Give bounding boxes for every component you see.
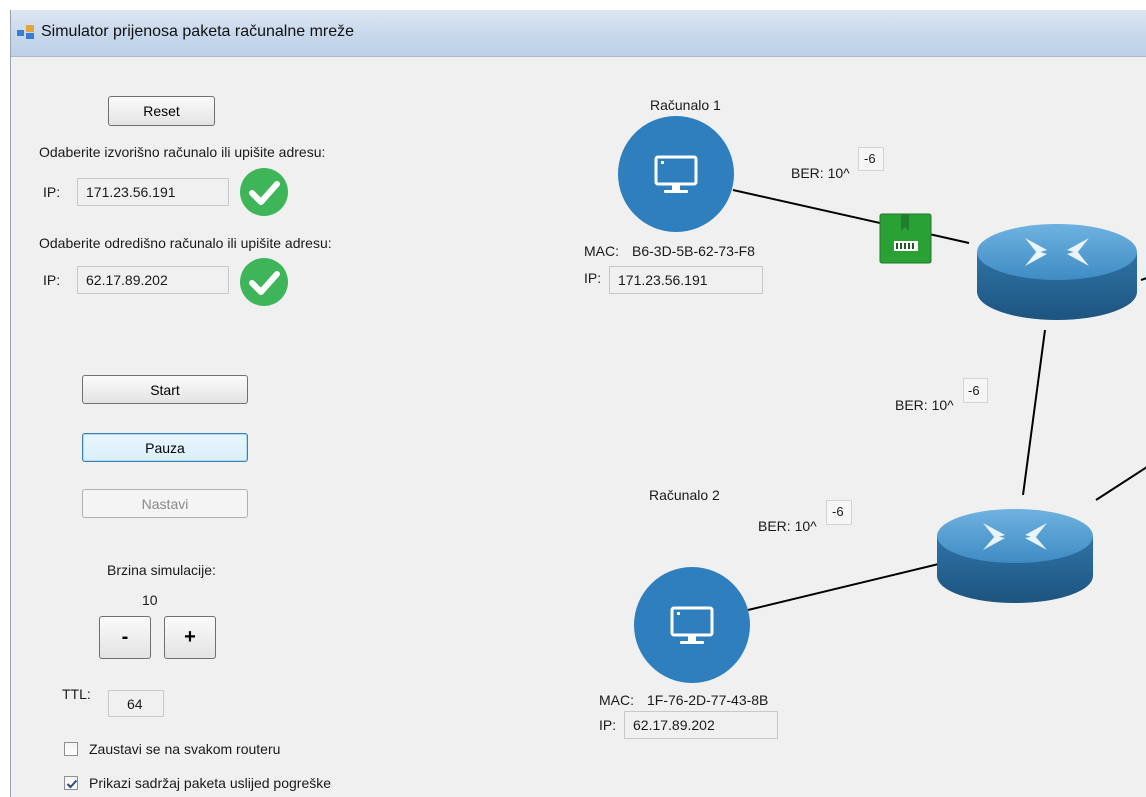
- computer-2-mac: 1F-76-2D-77-43-8B: [647, 692, 769, 708]
- window-title: Simulator prijenosa paketa računalne mre…: [41, 23, 355, 40]
- pause-button[interactable]: Pauza: [82, 433, 248, 462]
- computer-1-name: Računalo 1: [650, 97, 721, 113]
- source-prompt: Odaberite izvorišno računalo ili upišite…: [39, 144, 326, 160]
- ttl-field[interactable]: 64: [108, 690, 164, 717]
- ber-label-link2: BER: 10^: [895, 397, 954, 413]
- reset-button[interactable]: Reset: [108, 96, 215, 126]
- computer-1-node[interactable]: [618, 116, 734, 232]
- show-packet-label[interactable]: Prikazi sadržaj paketa uslijed pogreške: [89, 775, 331, 791]
- ber-exponent-link3: -6: [832, 504, 844, 519]
- ber-exponent-link2: -6: [968, 383, 980, 398]
- computer-2-name: Računalo 2: [649, 487, 720, 503]
- packet-icon[interactable]: [879, 213, 932, 264]
- computer-1-ip-field[interactable]: 171.23.56.191: [609, 266, 763, 294]
- dest-prompt: Odaberite odredišno računalo ili upišite…: [39, 235, 332, 251]
- continue-button[interactable]: Nastavi: [82, 489, 248, 518]
- ttl-label: TTL:: [62, 686, 91, 702]
- client-area: Reset Odaberite izvorišno računalo ili u…: [11, 57, 1146, 797]
- checkmark-icon: [66, 779, 78, 789]
- speed-value: 10: [142, 592, 158, 608]
- dest-checkmark-icon: [240, 258, 288, 306]
- ber-exponent-link1: -6: [864, 151, 876, 166]
- computer-1-mac-label: MAC:: [584, 243, 619, 259]
- computer-2-ip-label: IP:: [599, 717, 617, 733]
- speed-label: Brzina simulacije:: [107, 562, 216, 578]
- link-router1-router2: [1022, 329, 1046, 496]
- computer-2-mac-label: MAC:: [599, 692, 634, 708]
- dest-ip-label: IP:: [43, 272, 61, 288]
- app-window: Simulator prijenosa paketa računalne mre…: [10, 10, 1146, 797]
- dest-ip-field[interactable]: 62.17.89.202: [77, 266, 229, 294]
- link-pc1-router1: [732, 189, 970, 244]
- ber-label-link1: BER: 10^: [791, 165, 850, 181]
- router-2-node[interactable]: [937, 509, 1093, 603]
- source-ip-label: IP:: [43, 184, 61, 200]
- show-packet-checkbox[interactable]: [64, 776, 78, 790]
- link-router2-offscreen: [1095, 466, 1146, 501]
- title-bar: Simulator prijenosa paketa računalne mre…: [11, 10, 1146, 57]
- network-canvas: [618, 116, 1146, 683]
- router-1-node[interactable]: [977, 224, 1137, 320]
- stop-each-router-checkbox[interactable]: [64, 742, 78, 756]
- link-router1-offscreen: [1140, 277, 1146, 281]
- computer-2-node[interactable]: [634, 567, 750, 683]
- start-button[interactable]: Start: [82, 375, 248, 404]
- speed-minus-button[interactable]: -: [99, 616, 151, 659]
- stop-each-router-label[interactable]: Zaustavi se na svakom routeru: [89, 741, 280, 757]
- source-checkmark-icon: [240, 168, 288, 216]
- source-ip-field[interactable]: 171.23.56.191: [77, 178, 229, 206]
- speed-plus-button[interactable]: +: [164, 616, 216, 659]
- computer-1-mac: B6-3D-5B-62-73-F8: [632, 243, 755, 259]
- ber-label-link3: BER: 10^: [758, 518, 817, 534]
- computer-2-ip-field[interactable]: 62.17.89.202: [624, 711, 778, 739]
- computer-1-ip-label: IP:: [584, 270, 602, 286]
- link-pc2-router2: [747, 561, 948, 611]
- app-icon: [17, 25, 34, 39]
